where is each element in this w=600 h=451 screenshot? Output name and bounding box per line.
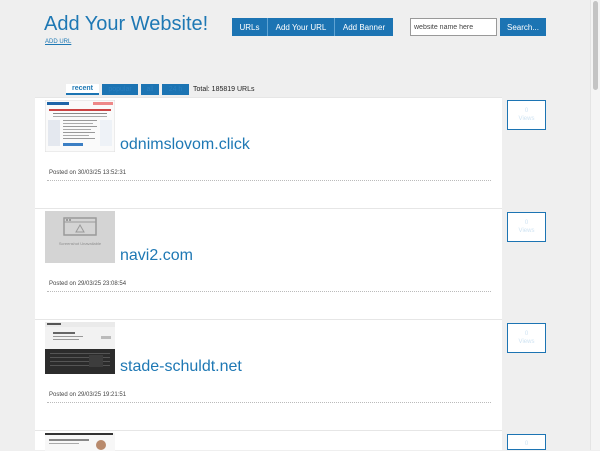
listing-title[interactable]: stade-schuldt.net [120, 358, 242, 376]
divider [47, 402, 491, 403]
add-banner-button[interactable]: Add Banner [335, 18, 393, 36]
page-scrollbar[interactable] [590, 0, 600, 450]
views-label: Views [518, 228, 535, 234]
divider [47, 291, 491, 292]
search-button[interactable]: Search... [500, 18, 546, 36]
site-title[interactable]: Add Your Website! [44, 13, 208, 36]
tab-popular[interactable]: popular [102, 84, 138, 95]
listing-title[interactable]: navi2.com [120, 247, 193, 265]
views-count: 0 [524, 331, 529, 337]
site-thumbnail[interactable] [45, 322, 115, 374]
main-nav: URLs Add Your URL Add Banner [232, 18, 393, 36]
scrollbar-thumb[interactable] [593, 1, 598, 90]
divider [47, 180, 491, 181]
list-item [35, 430, 502, 451]
listing-title[interactable]: odnimslovom.click [120, 136, 250, 154]
total-url-count: Total: 185819 URLs [193, 86, 255, 93]
views-count: 0 [524, 441, 529, 447]
views-counter[interactable]: 0 Views [507, 323, 546, 353]
search-input[interactable] [410, 18, 497, 36]
list-item: Screenshot Unavailable navi2.com Posted … [35, 208, 502, 320]
site-thumbnail[interactable] [45, 100, 115, 152]
tab-24h[interactable]: 24 h [162, 84, 189, 95]
tab-recent[interactable]: recent [66, 84, 99, 95]
listing-panel: odnimslovom.click Posted on 30/03/25 13:… [35, 97, 502, 451]
list-item: odnimslovom.click Posted on 30/03/25 13:… [35, 97, 502, 209]
add-url-link[interactable]: ADD URL [45, 39, 71, 45]
listing-tabs: recent popular all 24 h Total: 185819 UR… [66, 84, 254, 95]
views-label: Views [518, 116, 535, 122]
list-item: stade-schuldt.net Posted on 29/03/25 19:… [35, 319, 502, 431]
listing-posted-date: Posted on 29/03/25 23:08:54 [49, 281, 127, 287]
views-counter[interactable]: 0 Views [507, 212, 546, 242]
tab-all[interactable]: all [141, 84, 159, 95]
urls-button[interactable]: URLs [232, 18, 268, 36]
views-label: Views [518, 339, 535, 345]
views-counter[interactable]: 0 Views [507, 100, 546, 130]
screenshot-unavailable-caption: Screenshot Unavailable [59, 241, 102, 246]
listing-posted-date: Posted on 29/03/25 19:21:51 [49, 392, 127, 398]
listing-posted-date: Posted on 30/03/25 13:52:31 [49, 170, 127, 176]
add-your-url-button[interactable]: Add Your URL [268, 18, 335, 36]
site-thumbnail[interactable]: Screenshot Unavailable [45, 211, 115, 263]
views-count: 0 [524, 220, 529, 226]
views-counter[interactable]: 0 [507, 434, 546, 450]
site-thumbnail[interactable] [45, 433, 115, 451]
views-count: 0 [524, 108, 529, 114]
